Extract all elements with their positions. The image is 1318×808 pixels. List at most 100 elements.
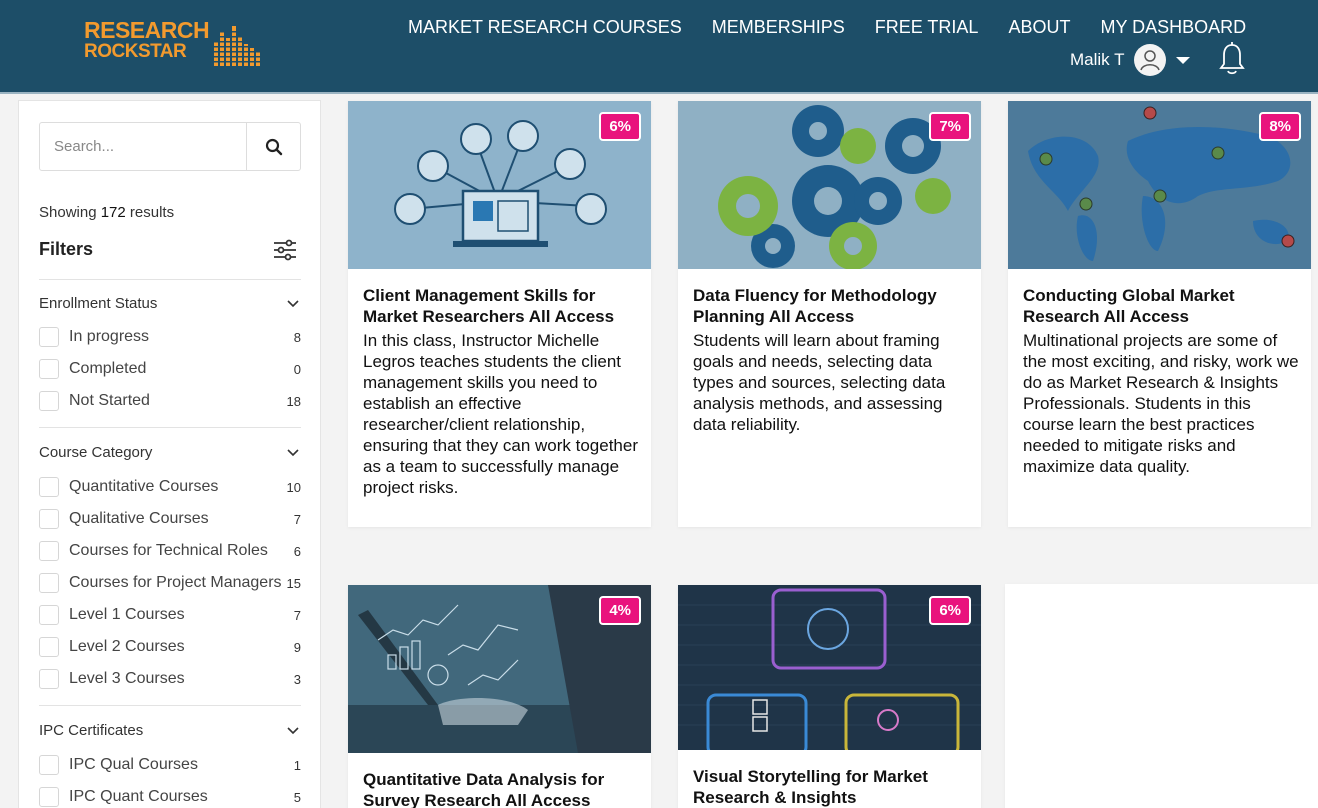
chevron-down-icon[interactable] (1176, 56, 1191, 64)
filter-option-label: In progress (69, 328, 150, 345)
chevron-down-icon[interactable] (287, 449, 299, 457)
filter-group-enrollment-status[interactable]: Enrollment Status (39, 295, 157, 312)
chevron-down-icon[interactable] (287, 300, 299, 308)
filter-option-label: Courses for Project Managers (69, 574, 282, 591)
checkbox[interactable] (39, 541, 59, 561)
site-header: RESEARCH ROCKSTAR MARKET RESEARCH COURSE… (0, 0, 1318, 94)
filter-option-count: 7 (293, 512, 301, 527)
showing-prefix: Showing (39, 204, 97, 221)
search-input[interactable] (40, 123, 246, 170)
course-thumbnail[interactable]: 4% (348, 585, 651, 753)
sliders-icon[interactable] (273, 239, 297, 261)
results-count: Showing 172 results (39, 204, 174, 221)
checkbox[interactable] (39, 359, 59, 379)
filter-option[interactable]: Qualitative Courses 7 (39, 508, 301, 530)
checkbox[interactable] (39, 327, 59, 347)
filter-option-count: 15 (286, 576, 301, 591)
nav-about[interactable]: ABOUT (1008, 17, 1070, 38)
discount-badge: 7% (929, 112, 971, 141)
checkbox[interactable] (39, 637, 59, 657)
course-title[interactable]: Client Management Skills for Market Rese… (363, 285, 643, 327)
discount-badge: 8% (1259, 112, 1301, 141)
filter-option-count: 6 (293, 544, 301, 559)
nav-memberships[interactable]: MEMBERSHIPS (712, 17, 845, 38)
user-menu[interactable]: Malik T (1070, 44, 1191, 76)
course-description: In this class, Instructor Michelle Legro… (363, 331, 638, 497)
course-card[interactable]: 8% Conducting Global Market Research All… (1008, 101, 1311, 527)
course-description: Students will learn about framing goals … (693, 331, 946, 434)
course-card[interactable]: 7% Data Fluency for Methodology Planning… (678, 101, 981, 527)
checkbox[interactable] (39, 477, 59, 497)
site-logo[interactable]: RESEARCH ROCKSTAR (84, 19, 264, 68)
course-title[interactable]: Data Fluency for Methodology Planning Al… (693, 285, 973, 327)
filter-option-count: 7 (293, 608, 301, 623)
course-card[interactable]: 6% Visual Storytelling for Market Resear… (678, 585, 981, 808)
nav-my-dashboard[interactable]: MY DASHBOARD (1100, 17, 1246, 38)
filter-option[interactable]: In progress 8 (39, 326, 301, 348)
discount-badge: 4% (599, 596, 641, 625)
filter-option-label: Level 3 Courses (69, 670, 185, 687)
filter-option-count: 0 (293, 362, 301, 377)
checkbox[interactable] (39, 669, 59, 689)
filter-option[interactable]: Level 3 Courses 3 (39, 668, 301, 690)
filter-option-label: IPC Quant Courses (69, 788, 208, 805)
filter-option[interactable]: Not Started 18 (39, 390, 301, 412)
course-title[interactable]: Visual Storytelling for Market Research … (693, 766, 973, 808)
checkbox[interactable] (39, 605, 59, 625)
course-description: Multinational projects are some of the m… (1023, 331, 1299, 476)
filter-group-ipc-certificates[interactable]: IPC Certificates (39, 722, 143, 739)
nav-market-research-courses[interactable]: MARKET RESEARCH COURSES (408, 17, 682, 38)
search-button[interactable] (246, 123, 300, 170)
filter-option[interactable]: Courses for Project Managers 15 (39, 572, 301, 594)
filter-option-count: 10 (286, 480, 301, 495)
user-name: Malik T (1070, 50, 1125, 69)
bell-icon[interactable] (1218, 42, 1246, 76)
divider (39, 427, 301, 428)
filter-option-label: Courses for Technical Roles (69, 542, 268, 559)
filter-option-count: 3 (293, 672, 301, 687)
nav-free-trial[interactable]: FREE TRIAL (875, 17, 979, 38)
filter-option[interactable]: IPC Qual Courses 1 (39, 754, 301, 776)
filter-option-count: 5 (293, 790, 301, 805)
filter-option-count: 18 (286, 394, 301, 409)
course-title[interactable]: Conducting Global Market Research All Ac… (1023, 285, 1303, 327)
showing-suffix: results (129, 204, 175, 221)
showing-number: 172 (100, 204, 126, 221)
checkbox[interactable] (39, 391, 59, 411)
filter-sidebar: Showing 172 results Filters Enrollment S… (18, 100, 321, 808)
checkbox[interactable] (39, 573, 59, 593)
discount-badge: 6% (929, 596, 971, 625)
filter-option-label: Qualitative Courses (69, 510, 209, 527)
course-card[interactable]: 6% Client Management Skills for Market R… (348, 101, 651, 527)
divider (39, 705, 301, 706)
search-icon (265, 138, 282, 155)
filter-option-label: Level 1 Courses (69, 606, 185, 623)
chevron-down-icon[interactable] (287, 727, 299, 735)
course-title[interactable]: Quantitative Data Analysis for Survey Re… (363, 769, 643, 808)
logo-line-2: ROCKSTAR (84, 41, 187, 62)
filter-group-course-category[interactable]: Course Category (39, 444, 152, 461)
filter-option-label: Level 2 Courses (69, 638, 185, 655)
filter-option-label: IPC Qual Courses (69, 756, 198, 773)
filter-option[interactable]: Courses for Technical Roles 6 (39, 540, 301, 562)
search-box (39, 122, 301, 171)
filter-option[interactable]: Completed 0 (39, 358, 301, 380)
filter-option[interactable]: IPC Quant Courses 5 (39, 786, 301, 808)
filter-option[interactable]: Level 1 Courses 7 (39, 604, 301, 626)
course-card[interactable]: 4% Quantitative Data Analysis for Survey… (348, 585, 651, 808)
filter-option[interactable]: Quantitative Courses 10 (39, 476, 301, 498)
divider (39, 279, 301, 280)
logo-text: RESEARCH ROCKSTAR (84, 19, 210, 63)
user-avatar-icon[interactable] (1134, 44, 1167, 76)
checkbox[interactable] (39, 509, 59, 529)
course-thumbnail[interactable]: 7% (678, 101, 981, 269)
course-card-placeholder (1005, 584, 1318, 808)
course-thumbnail[interactable]: 6% (678, 585, 981, 750)
course-thumbnail[interactable]: 8% (1008, 101, 1311, 269)
course-thumbnail[interactable]: 6% (348, 101, 651, 269)
checkbox[interactable] (39, 755, 59, 775)
filter-option-count: 9 (293, 640, 301, 655)
main-nav: MARKET RESEARCH COURSES MEMBERSHIPS FREE… (408, 17, 1246, 38)
checkbox[interactable] (39, 787, 59, 807)
filter-option[interactable]: Level 2 Courses 9 (39, 636, 301, 658)
